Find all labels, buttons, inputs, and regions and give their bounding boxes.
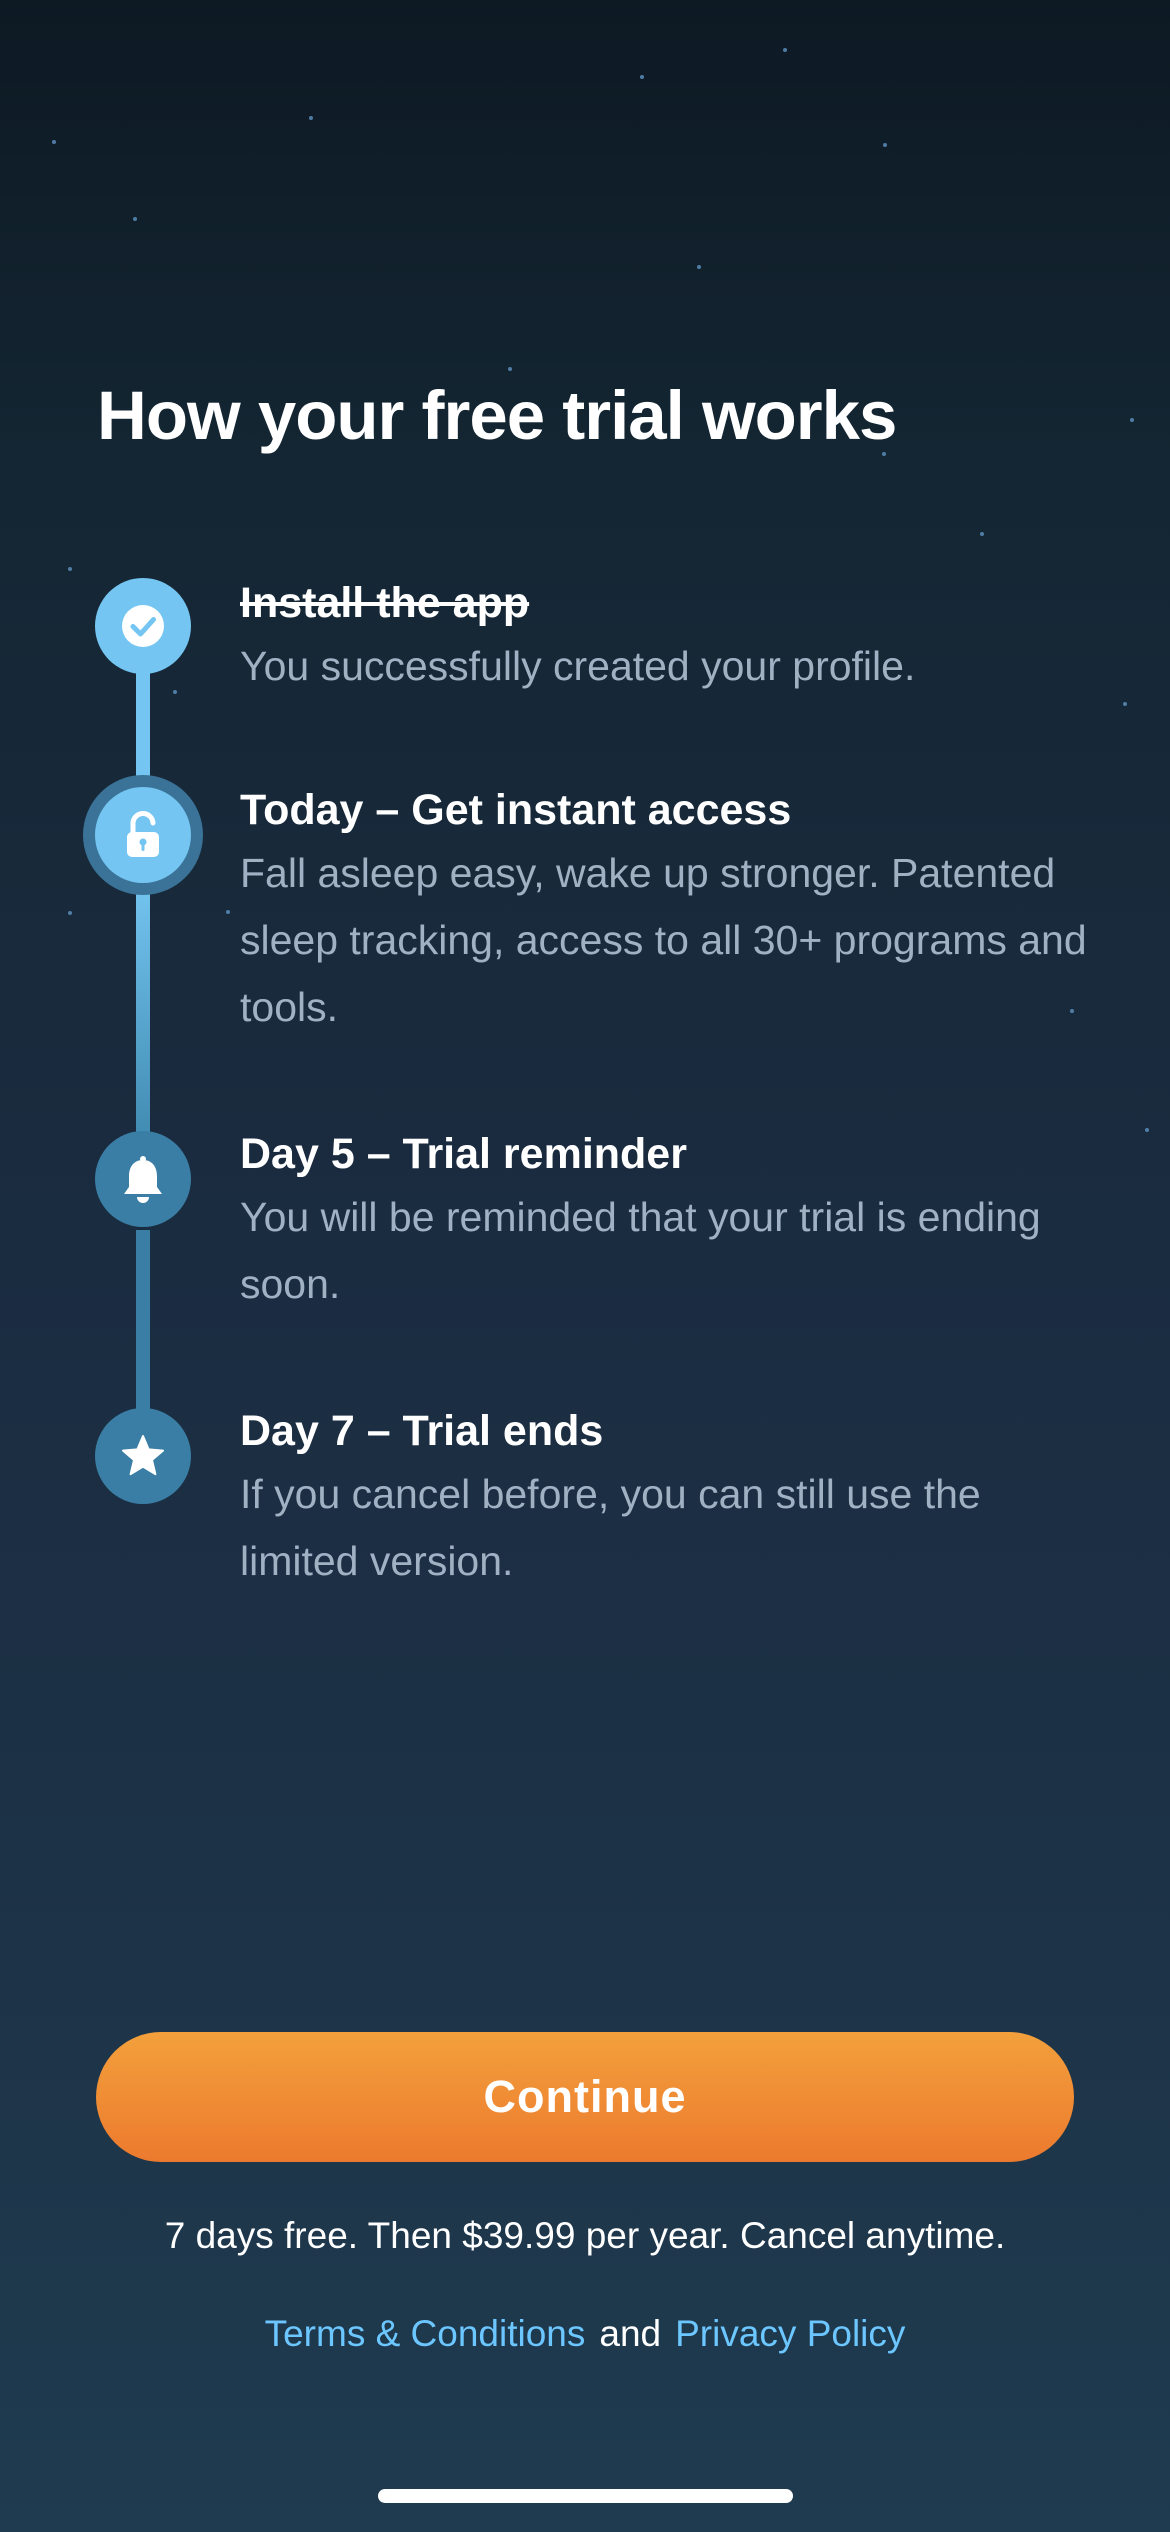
timeline-node-ends bbox=[95, 1408, 191, 1504]
timeline-step-today: Today – Get instant access Fall asleep e… bbox=[240, 780, 1100, 1041]
step-description: You will be reminded that your trial is … bbox=[240, 1194, 1041, 1307]
step-title: Day 7 – Trial ends bbox=[240, 1407, 604, 1455]
privacy-link[interactable]: Privacy Policy bbox=[675, 2313, 905, 2354]
timeline-node-reminder bbox=[95, 1131, 191, 1227]
timeline-node-today bbox=[95, 787, 191, 883]
step-description: Fall asleep easy, wake up stronger. Pate… bbox=[240, 850, 1087, 1030]
unlock-icon bbox=[121, 811, 165, 859]
legal-links: Terms & Conditions and Privacy Policy bbox=[0, 2306, 1170, 2362]
bell-icon bbox=[120, 1154, 166, 1204]
timeline-step-install: Install the app You successfully created… bbox=[240, 573, 1100, 700]
pricing-note: 7 days free. Then $39.99 per year. Cance… bbox=[164, 2215, 1006, 2256]
terms-link[interactable]: Terms & Conditions bbox=[265, 2313, 586, 2354]
timeline-step-reminder: Day 5 – Trial reminder You will be remin… bbox=[240, 1124, 1100, 1318]
timeline-connector bbox=[136, 880, 150, 1170]
step-title: Install the app bbox=[240, 579, 530, 627]
timeline-node-install bbox=[95, 578, 191, 674]
home-indicator[interactable] bbox=[378, 2489, 793, 2503]
legal-and-text: and bbox=[599, 2313, 662, 2354]
page-title: How your free trial works bbox=[97, 377, 897, 454]
star-icon bbox=[120, 1433, 166, 1479]
step-title: Today – Get instant access bbox=[240, 786, 792, 834]
step-title: Day 5 – Trial reminder bbox=[240, 1130, 687, 1178]
timeline-connector bbox=[136, 1230, 150, 1430]
step-description: If you cancel before, you can still use … bbox=[240, 1471, 981, 1584]
continue-button[interactable]: Continue bbox=[96, 2032, 1074, 2162]
check-icon bbox=[120, 603, 166, 649]
step-description: You successfully created your profile. bbox=[240, 643, 916, 689]
timeline-step-ends: Day 7 – Trial ends If you cancel before,… bbox=[240, 1401, 1100, 1595]
